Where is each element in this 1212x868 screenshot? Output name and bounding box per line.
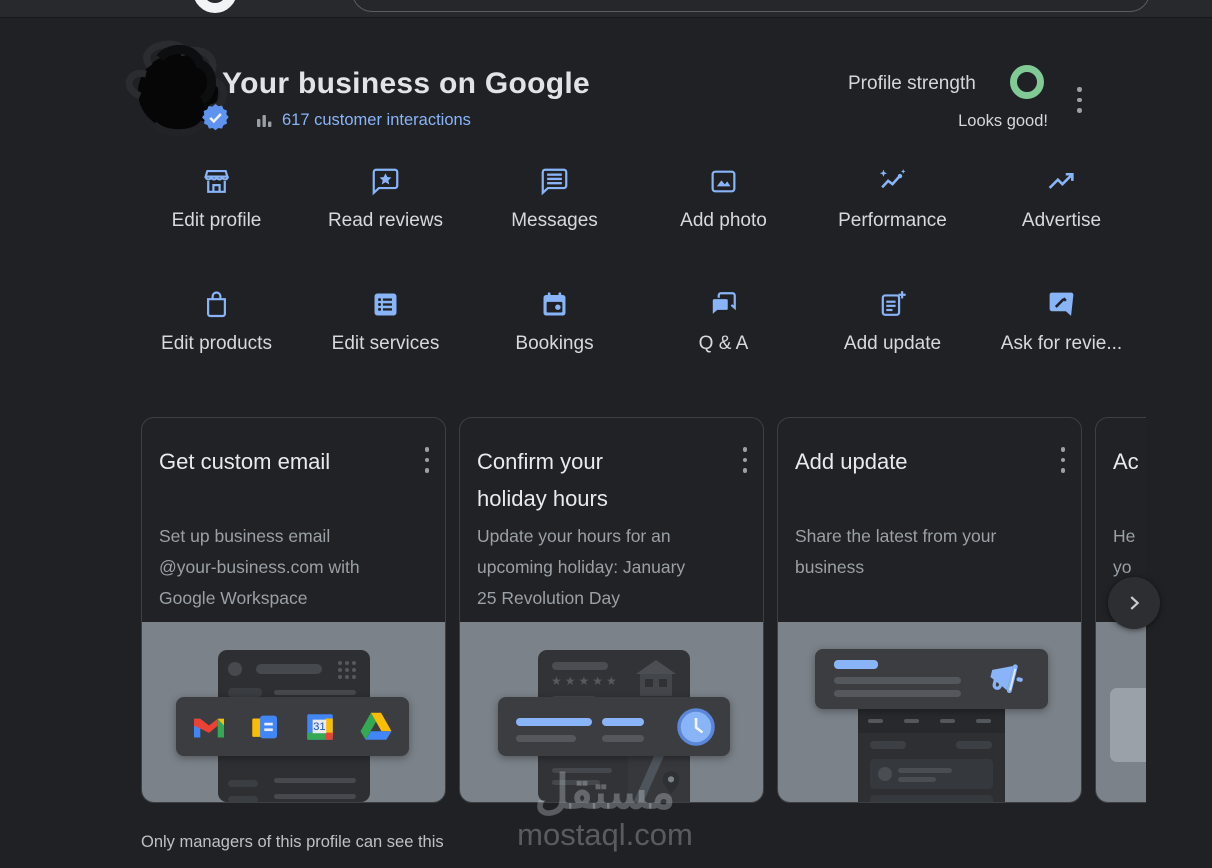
card-more-options-button[interactable] (1060, 447, 1065, 473)
customer-interactions-link[interactable]: 617 customer interactions (282, 111, 471, 130)
holiday-hours-illustration: ★★★★★ (460, 622, 763, 802)
performance-button[interactable]: Performance (808, 166, 977, 232)
managers-only-note: Only managers of this profile can see th… (141, 833, 444, 851)
forum-icon (711, 292, 736, 317)
partial-illustration (1096, 622, 1146, 802)
rate-review-icon (1049, 292, 1074, 316)
top-app-bar (0, 0, 1212, 18)
messages-button[interactable]: Messages (470, 166, 639, 232)
card-title: Get custom email (159, 449, 331, 474)
google-calendar-icon: 31 (307, 713, 333, 740)
google-docs-icon (252, 715, 278, 738)
workspace-illustration: 31 (142, 622, 445, 802)
card-add-update[interactable]: Add update Share the latest from your bu… (777, 417, 1082, 803)
house-graphic (634, 658, 678, 698)
card-title: Ac (1113, 449, 1139, 474)
add-photo-button[interactable]: Add photo (639, 166, 808, 232)
verified-badge-icon (201, 103, 230, 132)
performance-sparkline-icon (879, 169, 906, 189)
card-more-options-button[interactable] (742, 447, 747, 473)
card-title: Confirm your holiday hours (477, 449, 608, 511)
photo-icon (711, 170, 736, 193)
recommendations-carousel[interactable]: Get custom email Set up business email @… (141, 417, 1146, 804)
message-bubble-icon (541, 168, 568, 196)
edit-products-button[interactable]: Edit products (132, 289, 301, 355)
read-reviews-button[interactable]: Read reviews (301, 166, 470, 232)
card-description: Share the latest from your business (795, 526, 997, 577)
page-title: Your business on Google (222, 67, 591, 100)
search-input[interactable] (352, 0, 1150, 12)
trending-up-icon (1048, 172, 1074, 189)
card-description: Update your hours for an upcoming holida… (477, 526, 686, 608)
carousel-next-button[interactable] (1108, 577, 1160, 629)
storefront-icon (204, 169, 229, 193)
google-drive-icon (360, 712, 392, 740)
chevron-right-icon (1130, 596, 1140, 610)
edit-services-button[interactable]: Edit services (301, 289, 470, 355)
qa-button[interactable]: Q & A (639, 289, 808, 355)
quick-actions-row-2: Edit products Edit services Bookings Q &… (132, 289, 1146, 355)
business-profile-logo-partial (193, 0, 237, 13)
gmail-icon (194, 718, 224, 737)
review-star-bubble-icon (372, 168, 399, 196)
card-description: Set up business email @your-business.com… (159, 526, 360, 608)
header-more-options-button[interactable] (1077, 87, 1082, 113)
profile-strength-label: Profile strength (848, 73, 976, 94)
quick-actions-row-1: Edit profile Read reviews Messages Add p… (132, 166, 1146, 232)
list-box-icon (374, 293, 397, 316)
edit-profile-button[interactable]: Edit profile (132, 166, 301, 232)
card-more-options-button[interactable] (424, 447, 429, 473)
add-update-illustration (778, 622, 1081, 802)
post-add-icon (881, 291, 906, 316)
card-description: He yo (1113, 526, 1136, 577)
megaphone-icon (990, 664, 1023, 694)
advertise-button[interactable]: Advertise (977, 166, 1146, 232)
card-get-custom-email[interactable]: Get custom email Set up business email @… (141, 417, 446, 803)
add-update-button[interactable]: Add update (808, 289, 977, 355)
clock-icon (677, 708, 715, 746)
bookings-button[interactable]: Bookings (470, 289, 639, 355)
ask-for-reviews-button[interactable]: Ask for revie... (977, 289, 1146, 355)
bar-chart-icon (257, 115, 272, 127)
card-title: Add update (795, 449, 908, 474)
profile-strength-donut (1010, 65, 1044, 99)
calendar-icon (543, 292, 566, 316)
svg-text:31: 31 (313, 720, 326, 732)
card-confirm-holiday-hours[interactable]: Confirm your holiday hours Update your h… (459, 417, 764, 803)
profile-strength-status: Looks good! (958, 112, 1048, 130)
shopping-bag-icon (207, 291, 226, 318)
